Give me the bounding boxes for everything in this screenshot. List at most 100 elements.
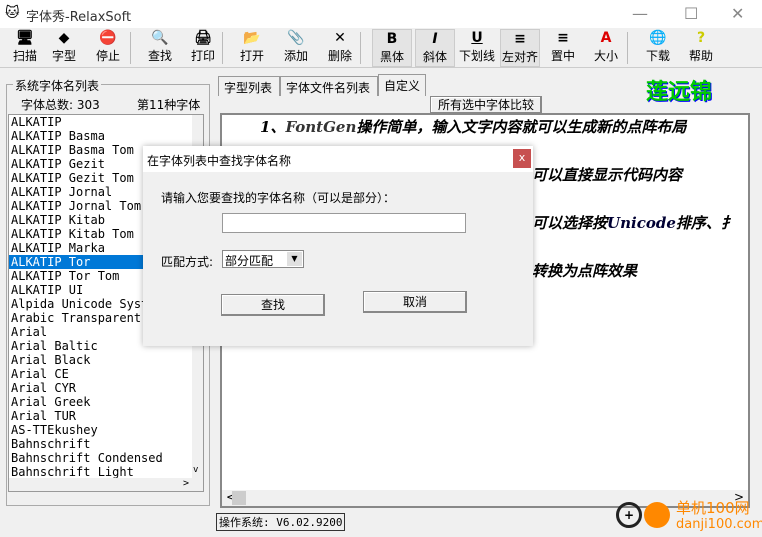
font-list-item[interactable]: Bahnschrift Light xyxy=(9,465,193,479)
toolbar-button-folder-open[interactable]: 📂 打开 xyxy=(232,29,272,67)
line1-rest: 操作简单，输入文字内容就可以生成新的点阵布局 xyxy=(356,118,687,136)
toolbar-button-help[interactable]: ? 帮助 xyxy=(681,29,721,67)
search-prompt: 请输入您要查找的字体名称（可以是部分）： xyxy=(161,191,396,205)
font-list-item[interactable]: Arial CYR xyxy=(9,381,193,395)
toolbar-button-label: 扫描 xyxy=(12,49,37,63)
folder-open-icon: 📂 xyxy=(243,30,261,46)
scanner-icon: 🖥 xyxy=(16,30,34,46)
toolbar-button-font-size[interactable]: A 大小 xyxy=(586,29,626,67)
watermark: + 单机100网 danji100.com xyxy=(612,496,762,536)
font-list-item[interactable]: Arial TUR xyxy=(9,409,193,423)
font-list-item[interactable]: Bahnschrift Condensed xyxy=(9,451,193,465)
minimize-button[interactable]: — xyxy=(632,4,648,23)
font-shape-icon: ◆ xyxy=(58,30,70,46)
scroll-thumb[interactable] xyxy=(232,491,246,505)
title-bar: 🐱 字体秀-RelaxSoft — ☐ ✕ xyxy=(0,0,762,28)
font-name-input[interactable] xyxy=(222,213,466,233)
compare-fonts-button[interactable]: 所有选中字体比较 xyxy=(430,96,542,114)
font-total: 字体总数: 303 xyxy=(21,98,100,112)
close-button[interactable]: ✕ xyxy=(731,4,744,23)
dialog-title: 在字体列表中查找字体名称 xyxy=(147,154,292,168)
dialog-close-button[interactable]: x xyxy=(513,149,531,168)
toolbar-button-label: 添加 xyxy=(283,49,308,63)
horizontal-scrollbar[interactable]: > xyxy=(9,478,203,491)
toolbar-button-find[interactable]: 🔍 查找 xyxy=(140,29,180,67)
align-left-icon: ≡ xyxy=(514,31,526,47)
toolbar-button-label: 置中 xyxy=(550,49,575,63)
tab-1[interactable]: 字体文件名列表 xyxy=(280,76,378,96)
toolbar-button-paperclip[interactable]: 📎 添加 xyxy=(276,29,316,67)
toolbar-button-label: 大小 xyxy=(593,49,618,63)
font-list-item[interactable]: ALKATIP xyxy=(9,115,193,129)
toolbar-button-delete[interactable]: ✕ 删除 xyxy=(320,29,360,67)
toolbar-button-label: 斜体 xyxy=(422,50,447,64)
toolbar-button-label: 帮助 xyxy=(688,49,713,63)
line3-b: Unicode xyxy=(607,214,676,232)
toolbar-button-align-center[interactable]: ≡ 置中 xyxy=(543,29,583,67)
paperclip-icon: 📎 xyxy=(287,30,305,46)
toolbar-button-underline[interactable]: U 下划线 xyxy=(457,29,497,67)
find-icon: 🔍 xyxy=(151,30,169,46)
match-mode-label: 匹配方式: xyxy=(161,255,214,269)
tab-0[interactable]: 字型列表 xyxy=(218,76,280,96)
tab-2[interactable]: 自定义 xyxy=(378,74,426,96)
watermark-cn: 单机100网 xyxy=(676,499,750,517)
toolbar-button-stop[interactable]: ⛔ 停止 xyxy=(88,29,128,67)
toolbar-button-scanner[interactable]: 🖥 扫描 xyxy=(5,29,45,67)
app-icon: 🐱 xyxy=(5,5,20,21)
toolbar-separator xyxy=(130,32,131,64)
font-list-item[interactable]: AS-TTEkushey xyxy=(9,423,193,437)
line3-c: 排序、扌 xyxy=(675,214,736,232)
find-button[interactable]: 查找 xyxy=(221,294,325,316)
toolbar-button-bold[interactable]: B 黑体 xyxy=(372,29,412,67)
font-list-item[interactable]: Bahnschrift xyxy=(9,437,193,451)
toolbar-button-label: 打开 xyxy=(239,49,264,63)
dialog-title-bar: 在字体列表中查找字体名称 x xyxy=(143,146,533,172)
toolbar-button-label: 下划线 xyxy=(458,49,495,63)
group-title: 系统字体名列表 xyxy=(13,77,102,94)
font-list-item[interactable]: Arial CE xyxy=(9,367,193,381)
download-icon: 🌐 xyxy=(649,30,667,46)
toolbar-button-label: 查找 xyxy=(147,49,172,63)
font-list-item[interactable]: ALKATIP Basma xyxy=(9,129,193,143)
stop-icon: ⛔ xyxy=(99,30,117,46)
line2: 可以直接显示代码内容 xyxy=(532,166,683,184)
underline-icon: U xyxy=(471,30,483,46)
toolbar-button-label: 左对齐 xyxy=(501,50,538,64)
printer-icon: 🖨 xyxy=(194,30,212,46)
toolbar-separator xyxy=(627,32,628,64)
line3-a: 可以选择按 xyxy=(532,214,608,232)
line4: 转换为点阵效果 xyxy=(532,262,638,280)
toolbar-button-printer[interactable]: 🖨 打印 xyxy=(183,29,223,67)
watermark-logo xyxy=(644,502,670,528)
watermark-url: danji100.com xyxy=(676,517,762,532)
match-mode-select[interactable]: 部分匹配 ▼ xyxy=(222,250,304,268)
font-list-item[interactable]: Arial Black xyxy=(9,353,193,367)
find-font-dialog: 在字体列表中查找字体名称 x 请输入您要查找的字体名称（可以是部分）： 匹配方式… xyxy=(143,146,533,346)
line1-prefix: 1、 xyxy=(260,118,286,136)
delete-icon: ✕ xyxy=(334,30,346,46)
font-list-item[interactable]: Arial Greek xyxy=(9,395,193,409)
toolbar-button-font-shape[interactable]: ◆ 字型 xyxy=(44,29,84,67)
toolbar-button-label: 删除 xyxy=(327,49,352,63)
toolbar-separator xyxy=(360,32,361,64)
toolbar-button-label: 黑体 xyxy=(379,50,404,64)
help-icon: ? xyxy=(696,30,706,46)
font-size-icon: A xyxy=(600,30,612,46)
window-title: 字体秀-RelaxSoft xyxy=(26,10,132,25)
cancel-button[interactable]: 取消 xyxy=(363,291,467,313)
chevron-down-icon[interactable]: ▼ xyxy=(287,252,302,266)
toolbar: 🖥 扫描 ◆ 字型 ⛔ 停止 🔍 查找 🖨 打印 📂 打开 📎 添加 ✕ 删除 B 黑体 I 斜体 U 下划线 ≡ 左对齐 ≡ 置… xyxy=(0,28,762,68)
os-status: 操作系统: V6.02.9200 xyxy=(216,513,346,531)
font-index: 第11种字体 xyxy=(137,98,201,112)
match-mode-value: 部分匹配 xyxy=(225,254,274,268)
toolbar-button-align-left[interactable]: ≡ 左对齐 xyxy=(500,29,540,67)
align-center-icon: ≡ xyxy=(557,30,569,46)
toolbar-button-label: 打印 xyxy=(190,49,215,63)
toolbar-button-label: 停止 xyxy=(95,49,120,63)
bold-icon: B xyxy=(386,31,398,47)
logo: 莲远锦 xyxy=(646,80,713,105)
toolbar-button-italic[interactable]: I 斜体 xyxy=(415,29,455,67)
toolbar-button-download[interactable]: 🌐 下载 xyxy=(638,29,678,67)
maximize-button[interactable]: ☐ xyxy=(684,4,698,23)
